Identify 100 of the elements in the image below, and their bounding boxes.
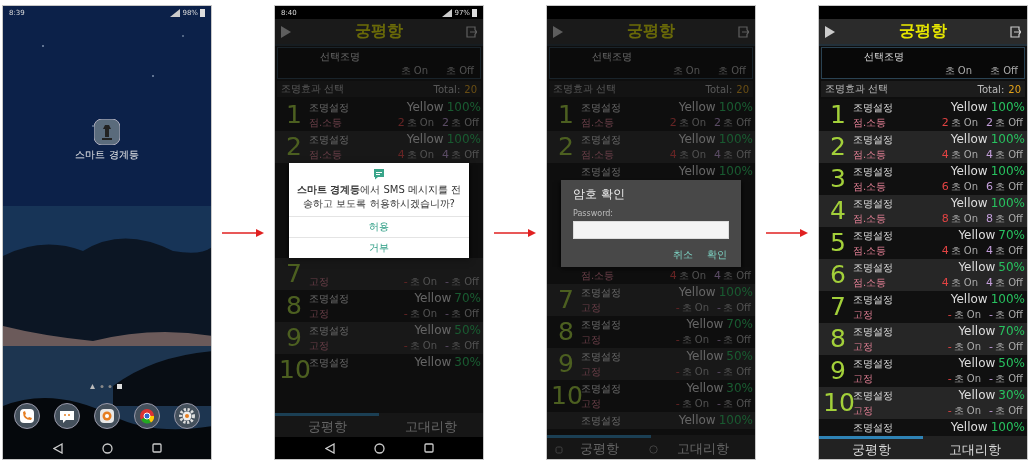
unit-label: 초 On	[678, 116, 707, 130]
off-seconds: -	[717, 332, 722, 347]
row-number: 7	[285, 259, 303, 289]
brightness-value: 50%	[726, 349, 753, 364]
list-row[interactable]: 2 조명설정 Yellow 100% 점.소등 4 초 On 4 초 Off	[819, 131, 1027, 163]
unit-label: 초 Off	[723, 116, 751, 130]
list-row[interactable]: 6 조명설정 Yellow 50% 점.소등 4 초 On 4 초 Off	[819, 259, 1027, 291]
unit-label: 초 On	[953, 404, 982, 418]
tab[interactable]: 궁평항	[547, 435, 651, 459]
dialog-title: 암호 확인	[573, 186, 626, 203]
row-number: 5	[829, 228, 847, 258]
on-seconds: -	[947, 371, 952, 386]
row-title: 조명설정	[853, 421, 894, 435]
tab[interactable]: 고대리항	[923, 436, 1027, 459]
tab[interactable]: 고대리항	[651, 435, 755, 459]
on-seconds: -	[675, 396, 680, 411]
off-seconds: -	[989, 371, 994, 386]
row-title: 조명설정	[309, 356, 350, 368]
color-name: Yellow	[414, 323, 452, 338]
off-seconds: -	[989, 307, 994, 322]
color-name: Yellow	[958, 356, 996, 371]
row-title: 조명설정	[853, 229, 894, 243]
row-number: 1	[557, 100, 575, 130]
list-row[interactable]: 8 조명설정 Yellow 70% 고정 - 초 On - 초 Off	[819, 323, 1027, 355]
row-title: 조명설정	[581, 286, 622, 300]
row-number: 1	[285, 100, 303, 130]
total-value: 20	[736, 83, 749, 95]
brightness-value: 100%	[446, 100, 481, 115]
unit-label: 초 On	[406, 116, 435, 130]
on-seconds: 4	[941, 147, 949, 162]
row-title: 조명설정	[581, 414, 622, 428]
unit-label: 초 On	[950, 212, 979, 226]
on-seconds: 4	[669, 268, 677, 283]
mode-label: 고정	[309, 275, 330, 289]
unit-label: 초 On	[953, 340, 982, 354]
off-seconds: -	[445, 274, 450, 289]
mode-label: 고정	[309, 307, 330, 321]
row-title: 조명설정	[581, 318, 622, 332]
mode-label: 점.소등	[581, 269, 616, 283]
unit-label: 초 On	[944, 64, 973, 78]
mode-label: 점.소등	[853, 244, 888, 258]
color-name: Yellow	[678, 285, 716, 300]
total-label: Total:	[433, 83, 461, 95]
mode-label: 점.소등	[853, 116, 888, 130]
dialog-message: 스마트 경계등에서 SMS 메시지를 전송하고 보도록 허용하시겠습니까?	[295, 183, 463, 211]
total-label: Total:	[705, 83, 733, 95]
tab[interactable]: 궁평항	[819, 436, 923, 459]
unit-label: 초 On	[950, 148, 979, 162]
row-number: 4	[829, 196, 847, 226]
mode-label: 점.소등	[853, 212, 888, 226]
off-seconds: 4	[986, 147, 994, 162]
row-title: 조명설정	[581, 133, 622, 147]
mode-label: 점.소등	[581, 116, 616, 130]
off-seconds: 4	[986, 275, 994, 290]
row-title: 조명설정	[853, 293, 894, 307]
on-seconds: -	[947, 307, 952, 322]
list-row[interactable]: 4 조명설정 Yellow 100% 점.소등 8 초 On 8 초 Off	[819, 195, 1027, 227]
color-name: Yellow	[958, 260, 996, 275]
on-seconds: -	[403, 306, 408, 321]
row-number: 7	[557, 285, 575, 315]
color-name: Yellow	[686, 317, 724, 332]
list-row[interactable]: 조명설정 Yellow 100%	[547, 412, 755, 429]
brightness-value: 100%	[446, 132, 481, 147]
panel-label: 선택조명	[591, 50, 633, 64]
row-title: 조명설정	[581, 382, 622, 394]
unit-label: 초 Off	[446, 64, 474, 78]
color-name: Yellow	[950, 100, 988, 115]
color-name: Yellow	[958, 388, 996, 403]
brightness-value: 50%	[454, 323, 481, 338]
dialog-button[interactable]: 허용	[289, 216, 469, 237]
row-title: 조명설정	[853, 325, 894, 339]
tab[interactable]: 고대리항	[379, 413, 483, 437]
unit-label: 초 On	[681, 397, 710, 411]
row-title: 조명설정	[853, 389, 894, 401]
on-seconds: 4	[397, 147, 405, 162]
brightness-value: 70%	[454, 291, 481, 306]
off-seconds: -	[989, 403, 994, 418]
brightness-value: 70%	[726, 317, 753, 332]
on-seconds: 4	[941, 243, 949, 258]
unit-label: 초 On	[950, 180, 979, 194]
color-name: Yellow	[950, 164, 988, 179]
color-name: Yellow	[406, 132, 444, 147]
brightness-value: 50%	[998, 260, 1025, 275]
color-name: Yellow	[414, 355, 452, 370]
app-shortcut[interactable]: 스마트 경계등	[75, 119, 139, 162]
dialog-button[interactable]: 확인	[705, 246, 729, 264]
on-seconds: -	[675, 332, 680, 347]
color-name: Yellow	[414, 291, 452, 306]
on-seconds: -	[675, 300, 680, 315]
total-value: 20	[464, 83, 477, 95]
dialog-button[interactable]: 취소	[671, 246, 695, 264]
off-seconds: 4	[714, 147, 722, 162]
dialog-button[interactable]: 거부	[289, 237, 469, 258]
row-title: 조명설정	[309, 324, 350, 338]
unit-label: 초 Off	[718, 64, 746, 78]
unit-label: 초 On	[953, 308, 982, 322]
row-number: 2	[829, 132, 847, 162]
unit-label: 초 On	[678, 269, 707, 283]
brightness-value: 100%	[990, 100, 1025, 115]
unit-label: 초 Off	[995, 404, 1023, 418]
